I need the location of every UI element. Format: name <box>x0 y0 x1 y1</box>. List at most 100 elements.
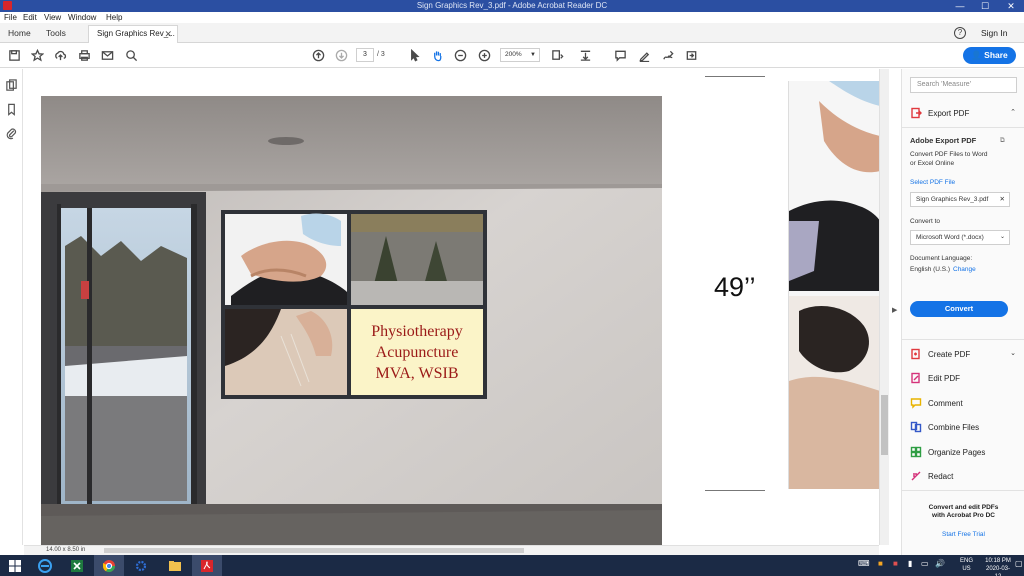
organize-pages-icon <box>910 446 922 458</box>
zoom-select[interactable]: 200% ▼ <box>500 48 540 62</box>
page-total: / 3 <box>377 51 385 58</box>
upload-cloud-icon[interactable] <box>53 48 67 62</box>
title-bar: Sign Graphics Rev_3.pdf - Adobe Acrobat … <box>0 0 1024 12</box>
page-number-input[interactable]: 3 <box>356 48 374 62</box>
collapse-right-icon[interactable]: ▶ <box>892 306 897 314</box>
tool-redact[interactable]: Redact <box>910 470 953 482</box>
chrome-taskbar-icon[interactable] <box>94 555 124 576</box>
zoom-in-icon[interactable] <box>477 48 491 62</box>
convert-to-select[interactable]: Microsoft Word (*.docx) ⌄ <box>910 230 1010 245</box>
tools-search-input[interactable]: Search 'Measure' <box>910 77 1017 93</box>
hand-tool-icon[interactable] <box>430 48 444 62</box>
zoom-out-icon[interactable] <box>453 48 467 62</box>
tool-combine-files[interactable]: Combine Files <box>910 421 979 433</box>
bookmark-star-icon[interactable] <box>30 48 44 62</box>
menu-help[interactable]: Help <box>106 12 122 23</box>
select-pdf-file-link[interactable]: Select PDF File <box>910 178 955 187</box>
previous-page-icon[interactable] <box>311 48 325 62</box>
search-icon[interactable] <box>124 48 138 62</box>
minimize-button[interactable]: — <box>948 0 972 12</box>
chevron-down-icon[interactable]: ⌄ <box>1010 349 1016 357</box>
adobe-export-desc-2: or Excel Online <box>910 160 955 167</box>
attachment-icon[interactable] <box>5 127 18 140</box>
vertical-scrollbar[interactable] <box>879 69 889 545</box>
vertical-scroll-thumb[interactable] <box>881 395 888 455</box>
file-explorer-taskbar-icon[interactable] <box>160 555 190 576</box>
edge-taskbar-icon[interactable] <box>30 555 60 576</box>
tab-document-label: Sign Graphics Rev_... <box>97 29 175 38</box>
document-view[interactable]: Physiotherapy Acupuncture MVA, WSIB 49’’ <box>24 69 879 545</box>
tab-home[interactable]: Home <box>8 23 31 43</box>
horizontal-scrollbar[interactable] <box>24 545 879 555</box>
help-icon[interactable]: ? <box>954 27 966 39</box>
menu-window[interactable]: Window <box>68 12 96 23</box>
menu-file[interactable]: File <box>4 12 17 23</box>
volume-icon[interactable]: 🔊 <box>935 560 945 568</box>
clock-date: 2020-03-12 <box>985 566 1011 576</box>
combine-files-label: Combine Files <box>928 422 980 432</box>
left-navigation-rail <box>0 69 23 545</box>
chevron-up-icon[interactable]: ⌃ <box>1010 108 1016 116</box>
comment-icon <box>910 397 922 409</box>
convert-button[interactable]: Convert <box>910 301 1008 317</box>
horizontal-scroll-thumb[interactable] <box>104 548 524 553</box>
highlight-pen-icon[interactable] <box>637 48 651 62</box>
tool-comment[interactable]: Comment <box>910 397 963 409</box>
start-free-trial-link[interactable]: Start Free Trial <box>910 531 1017 538</box>
bookmark-icon[interactable] <box>5 103 18 116</box>
divider <box>902 339 1024 340</box>
window-sign-text: Physiotherapy Acupuncture MVA, WSIB <box>351 309 483 395</box>
print-icon[interactable] <box>77 48 91 62</box>
language-indicator[interactable]: ENG US <box>960 557 973 573</box>
tool-edit-pdf[interactable]: Edit PDF <box>910 372 960 384</box>
maximize-button[interactable]: ☐ <box>973 0 997 12</box>
combine-files-icon <box>910 421 922 433</box>
more-tools-icon[interactable] <box>684 48 698 62</box>
scroll-mode-icon[interactable] <box>578 48 592 62</box>
share-button[interactable]: 👤 Share <box>963 47 1016 64</box>
export-pdf-label: Export PDF <box>928 108 970 118</box>
keyboard-icon[interactable]: ⌨ <box>858 560 870 568</box>
display-icon[interactable]: ▭ <box>921 560 929 568</box>
tools-pane: Search 'Measure' Export PDF ⌃ Adobe Expo… <box>901 69 1024 555</box>
next-page-icon[interactable] <box>334 48 348 62</box>
dimension-bottom-line <box>705 490 765 491</box>
close-window-button[interactable]: ✕ <box>999 0 1023 12</box>
email-icon[interactable] <box>100 48 114 62</box>
network-icon[interactable]: ▮ <box>908 560 912 568</box>
selected-file-field[interactable]: Sign Graphics Rev_3.pdf ✕ <box>910 192 1010 207</box>
tool-create-pdf[interactable]: Create PDF <box>910 348 970 360</box>
zoom-value: 200% <box>505 51 522 58</box>
tray-app-icon[interactable]: ■ <box>878 560 883 568</box>
menu-edit[interactable]: Edit <box>23 12 37 23</box>
page-fit-icon[interactable] <box>550 48 564 62</box>
convert-to-value: Microsoft Word (*.docx) <box>916 234 984 241</box>
document-language-label: Document Language: <box>910 255 973 262</box>
select-cursor-icon[interactable] <box>407 48 421 62</box>
create-pdf-label: Create PDF <box>928 349 971 359</box>
menu-view[interactable]: View <box>44 12 61 23</box>
notifications-icon[interactable]: ▢ <box>1015 560 1023 568</box>
promo-line-2: with Acrobat Pro DC <box>932 512 995 519</box>
tab-close-icon[interactable]: ✕ <box>164 26 172 42</box>
clock[interactable]: 10:18 PM 2020-03-12 <box>983 557 1013 576</box>
settings-gear-taskbar-icon[interactable] <box>126 555 156 576</box>
tool-organize-pages[interactable]: Organize Pages <box>910 446 985 458</box>
acrobat-taskbar-icon[interactable] <box>192 555 222 576</box>
comment-icon[interactable] <box>613 48 627 62</box>
page-thumbnails-icon[interactable] <box>5 79 18 92</box>
tab-document[interactable]: Sign Graphics Rev_... ✕ <box>88 25 178 43</box>
excel-taskbar-icon[interactable] <box>62 555 92 576</box>
save-icon[interactable] <box>7 48 21 62</box>
redact-icon <box>910 470 922 482</box>
signature-icon[interactable] <box>661 48 675 62</box>
start-button[interactable] <box>0 555 30 576</box>
copy-icon[interactable]: ⧉ <box>1000 136 1005 145</box>
export-pdf-header[interactable]: Export PDF <box>910 107 969 119</box>
tab-tools[interactable]: Tools <box>46 23 66 43</box>
clear-file-icon[interactable]: ✕ <box>1000 193 1005 206</box>
change-language-link[interactable]: Change <box>953 265 976 274</box>
tray-app2-icon[interactable]: ■ <box>893 560 898 568</box>
sign-in-link[interactable]: Sign In <box>981 23 1007 43</box>
windows-taskbar: ⌨ ■ ■ ▮ ▭ 🔊 ENG US 10:18 PM 2020-03-12 ▢ <box>0 555 1024 576</box>
